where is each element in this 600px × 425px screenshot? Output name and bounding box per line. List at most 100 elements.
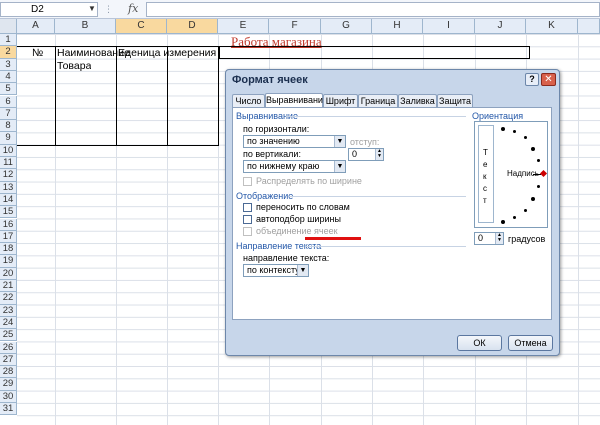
tab-protection[interactable]: Защита	[437, 94, 473, 107]
spinner-arrows-icon[interactable]: ▲ ▼	[495, 233, 503, 244]
row-header[interactable]: 5	[0, 83, 17, 96]
tab-alignment[interactable]: Выравнивание	[265, 93, 328, 107]
vertical-text-letter: Т	[483, 148, 488, 157]
indent-spinner[interactable]: 0 ▲ ▼	[348, 148, 384, 161]
close-icon[interactable]: ✕	[541, 73, 556, 86]
column-header-e[interactable]: E	[218, 19, 269, 34]
row-header[interactable]: 26	[0, 341, 17, 354]
row-header[interactable]: 13	[0, 181, 17, 194]
row-header[interactable]: 11	[0, 157, 17, 170]
orientation-control[interactable]: Т е к с т Надпись	[474, 121, 548, 228]
column-header-i[interactable]: I	[423, 19, 475, 34]
group-divider	[289, 196, 466, 197]
orientation-dot[interactable]	[524, 136, 527, 139]
wrap-text-label: переносить по словам	[256, 202, 350, 212]
column-header-k[interactable]: K	[526, 19, 578, 34]
row-header[interactable]: 6	[0, 95, 17, 108]
row-header[interactable]: 14	[0, 193, 17, 207]
row-header[interactable]: 29	[0, 378, 17, 391]
column-header-c[interactable]: C	[116, 19, 167, 34]
dialog-title: Формат ячеек	[232, 74, 308, 86]
column-header-h[interactable]: H	[372, 19, 423, 34]
row-header[interactable]: 21	[0, 280, 17, 293]
chevron-down-icon[interactable]: ▼	[297, 265, 308, 276]
help-icon[interactable]: ?	[525, 73, 539, 86]
row-header[interactable]: 25	[0, 329, 17, 342]
column-header-g[interactable]: G	[321, 19, 372, 34]
tab-number[interactable]: Число	[232, 94, 265, 107]
distributed-checkbox[interactable]	[243, 177, 252, 186]
column-header-f[interactable]: F	[269, 19, 321, 34]
row-header[interactable]: 31	[0, 403, 17, 416]
row-header[interactable]: 7	[0, 107, 17, 121]
row-header[interactable]: 30	[0, 390, 17, 403]
row-header[interactable]: 27	[0, 353, 17, 367]
orientation-dot[interactable]	[501, 127, 505, 131]
row-header[interactable]: 12	[0, 169, 17, 182]
vertical-text-letter: с	[483, 184, 487, 193]
text-direction-select[interactable]: по контексту ▼	[243, 264, 309, 277]
column-header-b[interactable]: B	[55, 19, 116, 34]
name-box[interactable]: D2	[0, 2, 98, 17]
column-header-a[interactable]: A	[17, 19, 55, 34]
insert-function-icon[interactable]: fx	[128, 2, 138, 15]
shrink-to-fit-checkbox[interactable]	[243, 215, 252, 224]
gridline	[578, 34, 579, 425]
ok-button[interactable]: ОК	[457, 335, 502, 351]
chevron-down-icon[interactable]: ▼	[88, 4, 96, 13]
row-header[interactable]: 18	[0, 243, 17, 256]
row-header[interactable]: 8	[0, 120, 17, 133]
formula-input[interactable]	[146, 2, 600, 17]
cell-b3[interactable]: Товара	[57, 60, 91, 72]
vertical-text-toggle[interactable]: Т е к с т	[478, 125, 494, 223]
row-header[interactable]: 23	[0, 304, 17, 317]
orientation-dot[interactable]	[531, 197, 535, 201]
row-header[interactable]: 4	[0, 70, 17, 84]
alignment-panel: Выравнивание по горизонтали: по значению…	[232, 107, 552, 320]
group-divider	[305, 246, 466, 247]
tab-border[interactable]: Граница	[358, 94, 398, 107]
orientation-handle[interactable]	[539, 169, 548, 178]
orientation-dot[interactable]	[513, 216, 516, 219]
tab-font[interactable]: Шрифт	[323, 94, 358, 107]
column-header-d[interactable]: D	[167, 19, 218, 34]
merge-cells-checkbox[interactable]	[243, 227, 252, 236]
row-header[interactable]: 10	[0, 144, 17, 157]
spinner-arrows-icon[interactable]: ▲ ▼	[375, 149, 383, 160]
cancel-button[interactable]: Отмена	[508, 335, 553, 351]
row-header[interactable]: 20	[0, 267, 17, 280]
orientation-dot[interactable]	[531, 147, 535, 151]
horizontal-select[interactable]: по значению ▼	[243, 135, 346, 148]
orientation-dot[interactable]	[537, 185, 540, 188]
row-header[interactable]: 9	[0, 132, 17, 145]
cell-a2[interactable]: №	[32, 47, 43, 59]
row-header[interactable]: 16	[0, 218, 17, 231]
wrap-text-checkbox[interactable]	[243, 203, 252, 212]
orientation-dot[interactable]	[513, 130, 516, 133]
format-cells-dialog: Формат ячеек ? ✕ Число Выравнивание Шриф…	[225, 69, 560, 356]
orientation-dot[interactable]	[501, 220, 505, 224]
chevron-down-icon[interactable]: ▼	[334, 136, 345, 147]
row-header[interactable]: 22	[0, 292, 17, 305]
active-cell[interactable]	[218, 46, 220, 59]
row-header[interactable]: 17	[0, 230, 17, 244]
orientation-dot[interactable]	[537, 159, 540, 162]
row-header[interactable]: 28	[0, 366, 17, 379]
select-all-corner[interactable]	[0, 19, 17, 34]
tab-fill[interactable]: Заливка	[398, 94, 437, 107]
row-header[interactable]: 19	[0, 255, 17, 268]
row-header[interactable]: 2	[0, 46, 17, 59]
table-border-row2	[218, 46, 530, 59]
row-header[interactable]: 24	[0, 316, 17, 330]
column-header-partial[interactable]	[578, 19, 600, 34]
column-header-j[interactable]: J	[475, 19, 526, 34]
row-header[interactable]: 15	[0, 206, 17, 219]
orientation-dot[interactable]	[524, 209, 527, 212]
row-header[interactable]: 3	[0, 58, 17, 71]
chevron-down-icon[interactable]: ▼	[334, 161, 345, 172]
row-header[interactable]: 1	[0, 34, 17, 47]
cell-c2[interactable]: Еденица измерения	[118, 47, 216, 59]
vertical-text-letter: т	[483, 196, 487, 205]
degrees-spinner[interactable]: 0 ▲ ▼	[474, 232, 504, 245]
vertical-select[interactable]: по нижнему краю ▼	[243, 160, 346, 173]
